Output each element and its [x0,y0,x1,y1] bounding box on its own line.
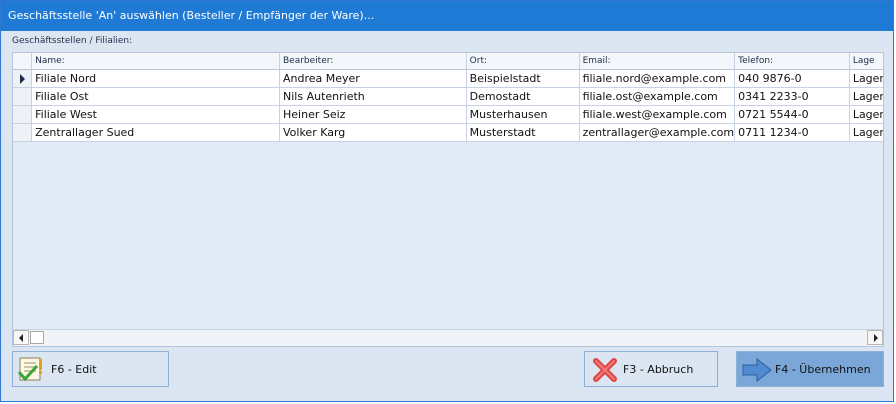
cell-telefon[interactable]: 0721 5544-0 [734,105,850,124]
cell-ort[interactable]: Demostadt [466,87,580,106]
scrollbar-thumb[interactable] [30,331,44,344]
grid-section-label: Geschäftsstellen / Filialien: [12,36,133,46]
row-selector[interactable] [13,123,33,142]
cell-ort[interactable]: Musterhausen [466,105,580,124]
header-row: Name: Bearbeiter: Ort: Email: Telefon: L… [13,53,883,70]
cell-bearbeiter[interactable]: Volker Karg [279,123,467,142]
window-title: Geschäftsstelle 'An' auswählen (Bestelle… [1,1,893,31]
cell-bearbeiter[interactable]: Nils Autenrieth [279,87,467,106]
cancel-button[interactable]: F3 - Abbruch [584,351,718,387]
column-header-email[interactable]: Email: [579,53,736,70]
row-header-corner [13,53,33,70]
cell-name[interactable]: Zentrallager Sued [31,123,280,142]
cell-bearbeiter[interactable]: Andrea Meyer [279,69,467,88]
cell-name[interactable]: Filiale West [31,105,280,124]
cell-lage[interactable]: Lager [849,123,883,142]
table-row[interactable]: Filiale Ost Nils Autenrieth Demostadt fi… [13,87,883,106]
cell-name[interactable]: Filiale Ost [31,87,280,106]
arrow-left-icon [19,334,23,342]
column-header-telefon[interactable]: Telefon: [734,53,850,70]
cell-telefon[interactable]: 0711 1234-0 [734,123,850,142]
horizontal-scrollbar[interactable] [13,329,883,346]
cell-lage[interactable]: Lager [849,87,883,106]
row-selector[interactable] [13,105,33,124]
column-header-bearbeiter[interactable]: Bearbeiter: [279,53,467,70]
branches-table: Name: Bearbeiter: Ort: Email: Telefon: L… [13,53,883,142]
ok-button[interactable]: F4 - Übernehmen [736,351,884,387]
cell-email[interactable]: filiale.ost@example.com [579,87,736,106]
scroll-right-button[interactable] [867,330,883,345]
column-header-name[interactable]: Name: [31,53,280,70]
scroll-left-button[interactable] [13,330,29,345]
table-row[interactable]: Filiale West Heiner Seiz Musterhausen fi… [13,105,883,124]
ok-button-label: F4 - Übernehmen [775,363,871,376]
cell-lage[interactable]: Lager [849,69,883,88]
column-header-lage[interactable]: Lage [849,53,883,70]
cancel-button-label: F3 - Abbruch [623,363,694,376]
red-x-icon [593,358,617,382]
cell-bearbeiter[interactable]: Heiner Seiz [279,105,467,124]
cell-email[interactable]: zentrallager@example.com [579,123,736,142]
checklist-edit-icon [17,357,42,382]
cell-ort[interactable]: Musterstadt [466,123,580,142]
cell-name[interactable]: Filiale Nord [31,69,280,88]
cell-telefon[interactable]: 0341 2233-0 [734,87,850,106]
blue-arrow-right-icon [742,357,772,383]
branches-grid[interactable]: Name: Bearbeiter: Ort: Email: Telefon: L… [12,52,884,347]
current-row-pointer-icon [20,74,25,84]
cell-telefon[interactable]: 040 9876-0 [734,69,850,88]
column-header-ort[interactable]: Ort: [466,53,580,70]
cell-email[interactable]: filiale.nord@example.com [579,69,736,88]
row-selector[interactable] [13,69,33,88]
edit-button[interactable]: F6 - Edit [12,351,169,387]
edit-button-label: F6 - Edit [51,363,97,376]
dialog-window: Geschäftsstelle 'An' auswählen (Bestelle… [0,0,894,402]
table-row[interactable]: Filiale Nord Andrea Meyer Beispielstadt … [13,69,883,88]
cell-lage[interactable]: Lager [849,105,883,124]
table-row[interactable]: Zentrallager Sued Volker Karg Musterstad… [13,123,883,142]
cell-email[interactable]: filiale.west@example.com [579,105,736,124]
row-selector[interactable] [13,87,33,106]
cell-ort[interactable]: Beispielstadt [466,69,580,88]
arrow-right-icon [874,334,878,342]
